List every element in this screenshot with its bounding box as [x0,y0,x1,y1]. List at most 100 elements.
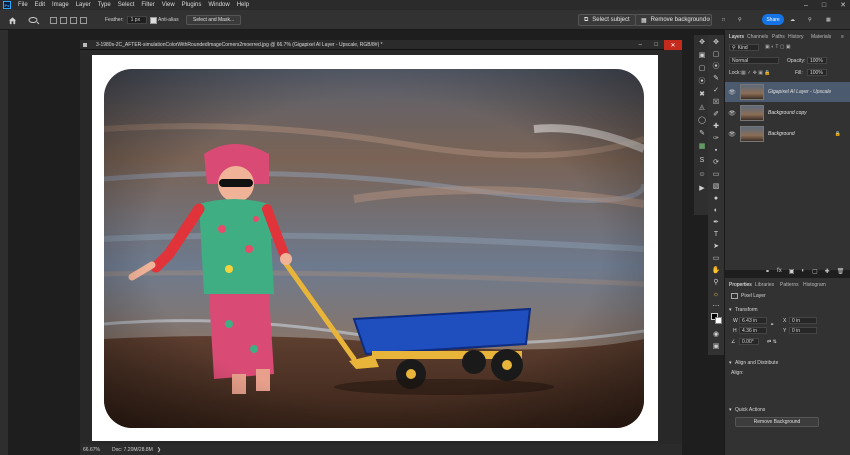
opacity-input[interactable]: 100% [807,57,827,64]
antialias-checkbox[interactable] [150,16,157,24]
tab-properties[interactable]: Properties [729,282,752,288]
search-icon[interactable]: ⚲ [738,15,742,25]
lock-icons[interactable]: ▦ ✓ ✥ ▣ 🔒 [741,70,771,76]
lasso-tool-icon[interactable] [28,15,40,25]
intersect-selection-icon[interactable] [80,16,87,24]
feather-input[interactable]: 1 px [126,16,147,24]
frame-tool-icon[interactable]: ☒ [711,97,721,107]
select-and-mask-button[interactable]: Select and Mask... [186,15,242,25]
link-layers-icon[interactable]: ⚭ [765,268,770,275]
search-icon-2[interactable]: ⚲ [808,15,812,25]
tab-patterns[interactable]: Patterns [780,282,799,288]
artboard-icon[interactable]: ▣ [697,50,707,60]
close-icon[interactable]: ✕ [840,1,846,9]
filter-icons[interactable]: ▣ ◐ T ▢ ▣ [765,44,791,50]
eraser-icon[interactable]: ▭ [711,169,721,179]
lasso-icon[interactable]: ⦿ [697,76,707,86]
selection-mode-icons[interactable] [50,15,88,25]
move-tool-icon[interactable]: ✥ [697,37,707,47]
layer-row[interactable]: 👁 Background copy [725,103,850,123]
layer-kind-filter[interactable]: ⚲ Kind [729,44,759,51]
link-proportions-icon[interactable]: ⚭ [770,322,774,328]
select-subject-button[interactable]: ⧉ Select subject [578,14,636,26]
visibility-eye-icon[interactable]: 👁 [727,110,737,117]
remove-background-button[interactable]: ▦ Remove background [635,14,713,26]
eyedropper-tool-icon[interactable]: ✐ [711,109,721,119]
maximize-icon[interactable]: □ [822,2,826,9]
hand-icon[interactable]: ✋ [711,265,721,275]
document-tab[interactable]: 3-1980s-2C_AFTER-simulationColorWithRoun… [80,40,682,50]
menu-help[interactable]: Help [237,2,249,8]
gradient-icon[interactable]: ▧ [711,181,721,191]
pen-icon[interactable]: ✒ [711,217,721,227]
banana-icon[interactable]: ☼ [711,289,721,299]
tab-layers[interactable]: Layers [729,34,744,40]
transform-icon[interactable]: ▦ [697,141,707,151]
face-plugin-icon[interactable]: ☺ [697,169,707,179]
layer-row[interactable]: 👁 Background 🔒 [725,124,850,144]
fill-input[interactable]: 100% [807,69,827,76]
more-tools-icon[interactable]: ⋯ [711,301,721,311]
brush-icon[interactable]: ✑ [711,133,721,143]
new-selection-icon[interactable] [50,16,57,24]
width-input[interactable]: 6.43 in [739,317,767,324]
eyedropper-icon[interactable]: ✎ [697,128,707,138]
new-group-icon[interactable]: ▢ [812,268,818,275]
tab-histogram[interactable]: Histogram [803,282,826,288]
workspace-switch-icon[interactable]: ▦ [826,15,831,25]
settings-gear-icon[interactable]: ⚙ [706,15,710,25]
menu-window[interactable]: Window [208,2,229,8]
y-input[interactable]: 0 in [789,327,817,334]
menu-filter[interactable]: Filter [141,2,154,8]
crop-icon[interactable]: ◬ [697,102,707,112]
angle-input[interactable]: 0.00° [739,338,759,345]
tab-libraries[interactable]: Libraries [755,282,774,288]
lasso-tool-icon-2[interactable]: ⦿ [711,61,721,71]
antialias-control[interactable]: Anti-alias [150,15,179,25]
doc-minimize-icon[interactable]: – [639,42,642,48]
quick-mask-icon[interactable]: ◉ [711,329,721,339]
menu-view[interactable]: View [162,2,175,8]
tab-paths[interactable]: Paths [772,34,785,40]
delete-layer-icon[interactable]: 🗑 [837,268,845,275]
doc-close-icon[interactable]: ✕ [664,40,682,50]
crop-tool-icon[interactable]: ✓ [711,85,721,95]
shape-icon[interactable]: ▭ [711,253,721,263]
stamp-icon[interactable]: ▪ [711,145,721,155]
background-color-swatch[interactable] [715,317,722,324]
marquee-icon[interactable]: ▢ [697,63,707,73]
workspace-icon[interactable]: □ [722,15,725,25]
cloud-icon[interactable]: ☁ [790,15,795,25]
menu-select[interactable]: Select [118,2,135,8]
document-info[interactable]: Doc: 7.20M/28.8M [112,447,153,453]
healing-icon[interactable]: ✚ [711,121,721,131]
menu-image[interactable]: Image [52,2,69,8]
move-icon[interactable]: ✥ [711,37,721,47]
menu-file[interactable]: File [18,2,28,8]
menu-edit[interactable]: Edit [35,2,45,8]
transform-section-chevron-icon[interactable]: ▾ [729,307,732,313]
minimize-icon[interactable]: – [804,2,808,9]
adjustment-layer-icon[interactable]: ◐ [801,268,805,275]
menu-type[interactable]: Type [98,2,111,8]
subtract-selection-icon[interactable] [70,16,77,24]
screen-mode-icon[interactable]: ▣ [711,341,721,351]
play-icon[interactable]: ▶ [697,183,707,193]
x-input[interactable]: 0 in [789,317,817,324]
zoom-icon[interactable]: ⚲ [711,277,721,287]
add-selection-icon[interactable] [60,16,67,24]
zoom-level[interactable]: 66.67% [83,447,100,453]
layer-row[interactable]: 👁 Gigapixel AI Layer - Upscale [725,82,850,102]
s-plugin-icon[interactable]: S [697,155,707,165]
add-mask-icon[interactable]: ▣ [789,268,795,275]
frame-icon[interactable]: ◯ [697,115,707,125]
beach-photo[interactable] [104,69,644,428]
panel-menu-icon[interactable]: ≡ [841,34,844,40]
blend-mode-select[interactable]: Normal [729,57,779,64]
quick-actions-chevron-icon[interactable]: ▾ [729,407,732,413]
marquee-tool-icon[interactable]: ▢ [711,49,721,59]
remove-background-panel-button[interactable]: Remove Background [735,417,819,427]
type-icon[interactable]: T [711,229,721,239]
history-brush-icon[interactable]: ⟳ [711,157,721,167]
quick-select-icon[interactable]: ✎ [711,73,721,83]
